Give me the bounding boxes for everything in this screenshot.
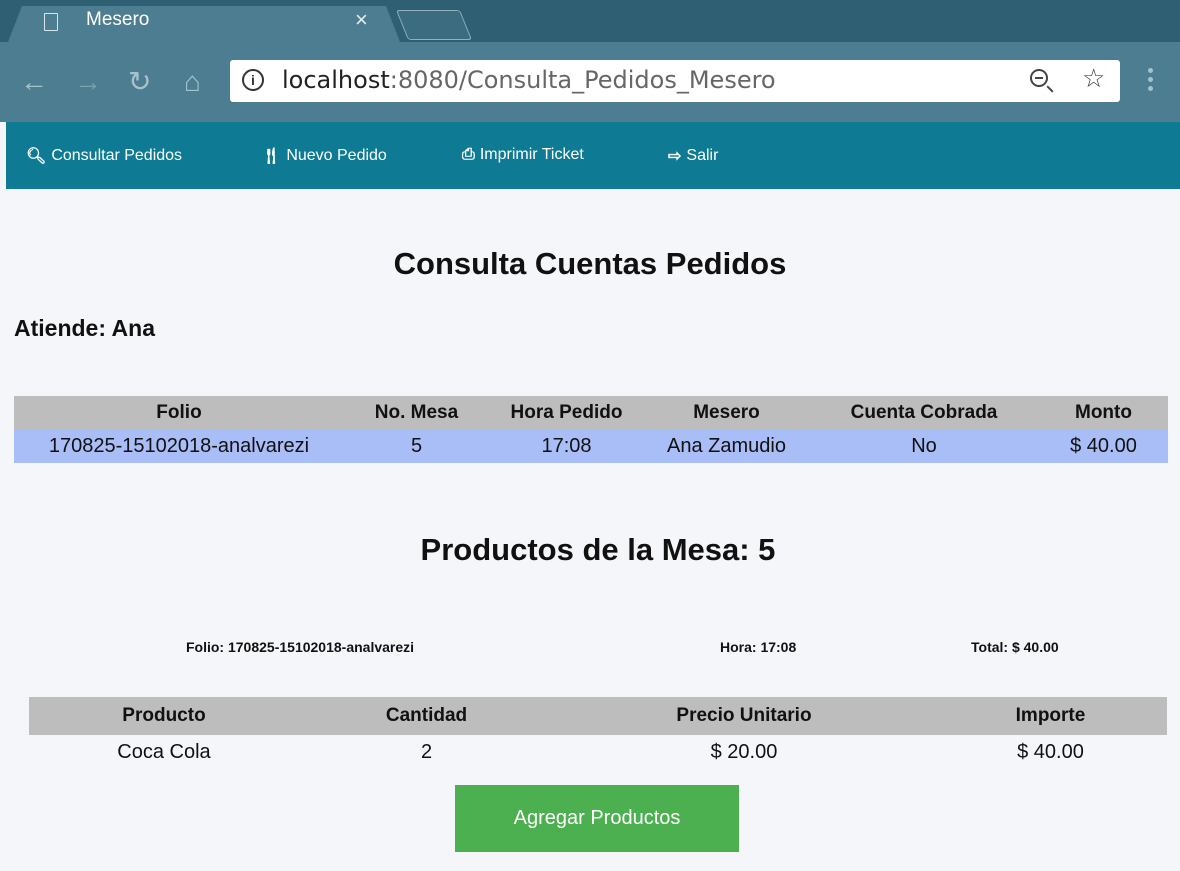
column-header: Folio (14, 396, 344, 430)
column-header: Hora Pedido (489, 396, 644, 430)
summary-hora: Hora: 17:08 (720, 639, 797, 655)
url-text[interactable]: localhost:8080/Consulta_Pedidos_Mesero (282, 66, 776, 94)
column-header: Cantidad (299, 697, 554, 735)
cell-hora: 17:08 (489, 430, 644, 463)
page-title: Consulta Cuentas Pedidos (393, 246, 787, 281)
table-header-row: Folio No. Mesa Hora Pedido Mesero Cuenta… (14, 396, 1168, 430)
document-icon (44, 13, 58, 31)
search-icon: 🔍︎ (26, 148, 47, 165)
browser-toolbar: ← → ↻ ⌂ i localhost:8080/Consulta_Pedido… (0, 42, 1180, 122)
column-header: No. Mesa (344, 396, 489, 430)
cell-folio: 170825-15102018-analvarezi (14, 430, 344, 463)
tab-close-icon[interactable]: × (355, 7, 368, 33)
cell-cantidad: 2 (420, 740, 433, 763)
nav-consultar-pedidos[interactable]: 🔍︎ Consultar Pedidos (26, 146, 182, 166)
nav-imprimir-ticket[interactable]: ⎙ Imprimir Ticket (462, 146, 584, 164)
cell-cobrada: No (809, 430, 1039, 463)
tab-title: Mesero (86, 9, 150, 30)
browser-tab-bar: Mesero × (0, 0, 1180, 42)
app-navbar: 🔍︎ Consultar Pedidos 🍴︎ Nuevo Pedido ⎙ I… (6, 122, 1180, 189)
url-bar[interactable]: i localhost:8080/Consulta_Pedidos_Mesero… (230, 60, 1120, 102)
logout-icon: ⇨ (668, 148, 682, 165)
reload-icon[interactable]: ↻ (128, 68, 151, 96)
info-icon[interactable]: i (242, 69, 264, 91)
nav-label: Nuevo Pedido (286, 147, 387, 164)
back-icon[interactable]: ← (20, 68, 48, 96)
products-table: Producto Cantidad Precio Unitario Import… (29, 697, 1167, 769)
home-icon[interactable]: ⌂ (184, 68, 201, 96)
table-row: Coca Cola 2 $ 20.00 $ 40.00 (29, 735, 1167, 769)
print-icon: ⎙ (462, 146, 475, 163)
browser-tab[interactable] (8, 6, 400, 42)
table-header-row: Producto Cantidad Precio Unitario Import… (29, 697, 1167, 735)
url-path: :8080/Consulta_Pedidos_Mesero (389, 66, 776, 94)
url-host: localhost (282, 66, 390, 94)
column-header: Precio Unitario (554, 697, 934, 735)
new-tab-button[interactable] (395, 10, 473, 40)
column-header: Producto (29, 697, 299, 735)
nav-salir[interactable]: ⇨ Salir (668, 146, 718, 166)
cell-monto: $ 40.00 (1039, 430, 1168, 463)
nav-label: Salir (686, 147, 719, 164)
summary-total: Total: $ 40.00 (971, 639, 1059, 655)
add-products-button[interactable]: Agregar Productos (455, 785, 739, 852)
summary-folio: Folio: 170825-15102018-analvarezi (186, 639, 415, 655)
cell-importe: $ 40.00 (1017, 740, 1084, 763)
browser-menu-icon[interactable] (1148, 68, 1154, 96)
cell-producto: Coca Cola (117, 740, 211, 763)
waiter-name: Atiende: Ana (14, 315, 155, 341)
orders-table: Folio No. Mesa Hora Pedido Mesero Cuenta… (14, 396, 1168, 463)
nav-nuevo-pedido[interactable]: 🍴︎ Nuevo Pedido (261, 146, 387, 166)
products-section-title: Productos de la Mesa: 5 (420, 532, 776, 567)
nav-label: Imprimir Ticket (479, 146, 584, 163)
forward-icon[interactable]: → (74, 68, 102, 96)
column-header: Importe (934, 697, 1167, 735)
column-header: Cuenta Cobrada (809, 396, 1039, 430)
cell-mesa: 5 (344, 430, 489, 463)
utensils-icon: 🍴︎ (261, 148, 282, 165)
column-header: Monto (1039, 396, 1168, 430)
cell-mesero: Ana Zamudio (644, 430, 809, 463)
column-header: Mesero (644, 396, 809, 430)
zoom-out-icon[interactable] (1030, 69, 1048, 87)
table-row[interactable]: 170825-15102018-analvarezi 5 17:08 Ana Z… (14, 430, 1168, 463)
nav-label: Consultar Pedidos (51, 147, 183, 164)
bookmark-star-icon[interactable]: ☆ (1082, 63, 1105, 94)
cell-precio: $ 20.00 (710, 740, 778, 763)
